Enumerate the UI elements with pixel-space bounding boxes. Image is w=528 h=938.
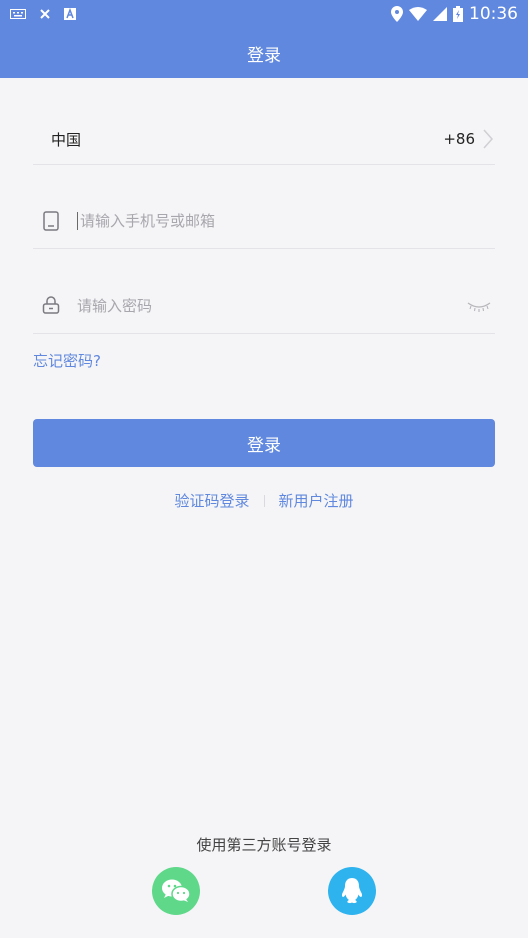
- third-party-login-title: 使用第三方账号登录: [196, 836, 332, 854]
- password-field[interactable]: 请输入密码: [33, 277, 495, 334]
- phone-icon: [41, 210, 61, 231]
- link-divider: [263, 494, 265, 507]
- wechat-icon: [162, 879, 191, 903]
- text-cursor: [77, 211, 78, 230]
- page-title: 登录: [247, 45, 281, 66]
- page-title-bar: 登录: [0, 28, 528, 78]
- keyboard-icon: [10, 9, 26, 19]
- location-icon: [391, 6, 403, 22]
- lock-icon: [41, 295, 61, 315]
- battery-icon: [453, 6, 463, 22]
- phone-email-field[interactable]: 请输入手机号或邮箱: [33, 193, 495, 249]
- register-link[interactable]: 新用户注册: [279, 490, 354, 511]
- status-bar: 10:36: [0, 0, 528, 28]
- forgot-password-link[interactable]: 忘记密码?: [33, 350, 101, 371]
- a-icon: [64, 8, 76, 20]
- close-icon: [40, 9, 50, 19]
- password-placeholder: 请输入密码: [77, 296, 153, 315]
- wechat-login-button[interactable]: [152, 867, 200, 915]
- qq-login-button[interactable]: [328, 867, 376, 915]
- signal-icon: [433, 7, 447, 21]
- wifi-icon: [409, 7, 427, 21]
- login-button[interactable]: 登录: [33, 419, 495, 467]
- chevron-right-icon: [481, 129, 495, 149]
- sms-login-link[interactable]: 验证码登录: [174, 490, 249, 511]
- country-selector[interactable]: 中国 +86: [33, 114, 495, 165]
- country-name: 中国: [51, 130, 82, 149]
- alt-login-links: 验证码登录 新用户注册: [0, 490, 528, 511]
- status-time: 10:36: [469, 4, 518, 24]
- qq-icon: [341, 878, 363, 904]
- phone-email-placeholder: 请输入手机号或邮箱: [80, 212, 216, 230]
- country-code: +86: [443, 130, 475, 148]
- eye-closed-icon[interactable]: [467, 298, 491, 312]
